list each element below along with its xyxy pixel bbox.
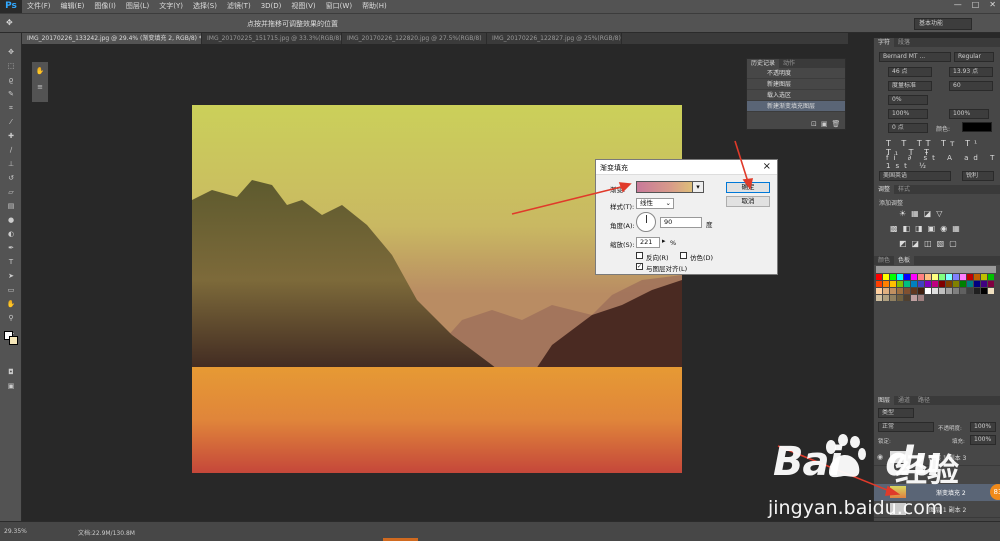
- watermark-jingyan: 经验: [895, 451, 960, 489]
- baidu-watermark: Bai du 经验 jingyan.baidu.com: [765, 425, 1000, 541]
- watermark-url: jingyan.baidu.com: [768, 497, 944, 519]
